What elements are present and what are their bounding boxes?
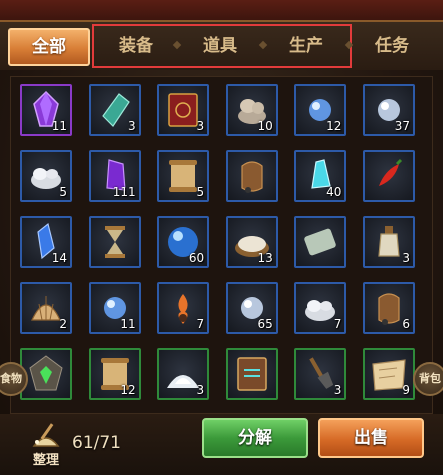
inventory-slot[interactable]: 40 (294, 150, 347, 202)
backpack-button[interactable]: 背包 (413, 362, 443, 396)
inventory-slot[interactable] (294, 216, 347, 268)
inventory-slot[interactable]: 5 (20, 150, 72, 202)
inventory-slot[interactable] (225, 150, 278, 202)
inventory-slot[interactable]: 111 (88, 150, 141, 202)
item-count: 2 (59, 317, 67, 331)
inventory-slot[interactable]: 2 (20, 282, 72, 334)
item-count: 12 (326, 119, 342, 133)
inventory-slot[interactable]: 3 (88, 84, 141, 136)
inventory-slot[interactable]: 5 (157, 150, 210, 202)
item-count: 9 (402, 383, 410, 397)
sort-icon[interactable] (28, 420, 64, 452)
inventory-slot[interactable]: 13 (225, 216, 278, 268)
item-count: 65 (257, 317, 273, 331)
item-count: 3 (196, 119, 205, 133)
item-count: 3 (196, 383, 205, 397)
inventory-slot[interactable]: 12 (294, 84, 347, 136)
item-count: 12 (120, 383, 136, 397)
item-count: 111 (112, 185, 136, 199)
red-pepper-icon (379, 158, 403, 186)
inventory-slot[interactable]: 3 (157, 84, 210, 136)
item-count: 11 (51, 119, 67, 133)
tab-all[interactable]: 全部 (8, 28, 90, 66)
inventory-slot[interactable]: 3 (363, 216, 415, 268)
inventory-slot[interactable]: 11 (88, 282, 141, 334)
inventory-slot[interactable]: 7 (157, 282, 210, 334)
inventory-slot[interactable] (225, 348, 278, 400)
item-count: 14 (51, 251, 67, 265)
tab-quest[interactable]: 任务 (352, 24, 432, 68)
item-count: 37 (394, 119, 410, 133)
inventory-slot[interactable]: 37 (363, 84, 415, 136)
top-ornament-strip (0, 0, 443, 22)
inventory-panel: 全部 装备 道具 生产 任务 11 3 3 10 12 37 5 111 5 40 14 60 13 3 2… (0, 0, 443, 475)
inventory-slot[interactable] (88, 216, 141, 268)
green-rune-icon (29, 355, 63, 391)
tome-icon (237, 357, 267, 391)
hourglass-icon (104, 226, 125, 258)
item-count: 6 (402, 317, 410, 331)
item-count: 3 (402, 251, 410, 265)
capacity-counter: 61/71 (72, 433, 121, 453)
item-count: 3 (127, 119, 136, 133)
item-count: 10 (257, 119, 273, 133)
item-count: 11 (120, 317, 136, 331)
item-count: 60 (188, 251, 205, 265)
tab-production[interactable]: 生产 (266, 24, 346, 68)
tab-equipment[interactable]: 装备 (96, 24, 176, 68)
item-count: 5 (196, 185, 205, 199)
sort-label[interactable]: 整理 (24, 449, 68, 468)
inventory-slot[interactable]: 12 (88, 348, 141, 400)
decompose-button[interactable]: 分解 (202, 418, 308, 458)
item-count: 13 (257, 251, 273, 265)
item-count: 40 (326, 185, 342, 199)
tab-props[interactable]: 道具 (180, 24, 260, 68)
cloth-roll-icon (304, 228, 337, 256)
inventory-slot[interactable] (363, 150, 415, 202)
inventory-slot[interactable]: 3 (294, 348, 347, 400)
sell-button[interactable]: 出售 (318, 418, 424, 458)
item-count: 5 (59, 185, 67, 199)
inventory-slot[interactable]: 10 (225, 84, 278, 136)
inventory-slot[interactable]: 3 (157, 348, 210, 400)
inventory-slot[interactable]: 14 (20, 216, 72, 268)
leather-pouch-icon (241, 161, 263, 193)
item-count: 7 (196, 317, 205, 331)
inventory-slot[interactable]: 65 (225, 282, 278, 334)
inventory-slot[interactable]: 6 (363, 282, 415, 334)
inventory-slot[interactable] (20, 348, 72, 400)
inventory-slot[interactable]: 60 (157, 216, 210, 268)
item-count: 3 (333, 383, 342, 397)
inventory-slot[interactable]: 9 (363, 348, 415, 400)
inventory-slot[interactable]: 11 (20, 84, 72, 136)
item-count: 7 (333, 317, 342, 331)
inventory-slot[interactable]: 7 (294, 282, 347, 334)
